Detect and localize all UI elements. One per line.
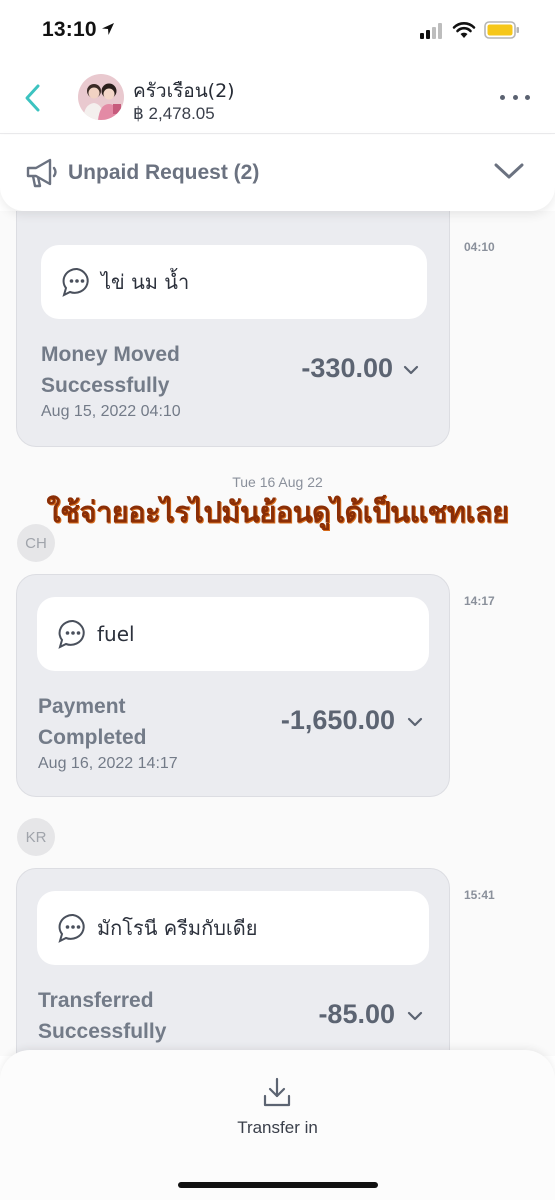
home-indicator bbox=[178, 1182, 378, 1188]
more-button[interactable] bbox=[500, 90, 530, 104]
transfer-in-button[interactable]: Transfer in bbox=[210, 1076, 345, 1146]
chevron-down-icon[interactable] bbox=[407, 716, 423, 728]
battery-icon bbox=[484, 21, 519, 39]
chat-header: ครัวเรือน(2) ฿ 2,478.05 bbox=[0, 62, 555, 134]
note-text: มักโรนี ครีมกับเดีย bbox=[97, 916, 258, 940]
transfer-in-label: Transfer in bbox=[237, 1118, 318, 1137]
bottom-action-bar: Transfer in bbox=[0, 1050, 555, 1200]
chat-history[interactable]: ไข่ นม น้ำ Money Moved Successfully Aug … bbox=[0, 211, 555, 1056]
note-text: ไข่ นม น้ำ bbox=[101, 270, 190, 294]
note-text: fuel bbox=[97, 622, 135, 646]
group-balance: ฿ 2,478.05 bbox=[133, 104, 215, 123]
transaction-bubble[interactable]: มักโรนี ครีมกับเดีย Transferred Successf… bbox=[16, 868, 450, 1056]
back-icon bbox=[25, 84, 40, 112]
chevron-down-icon[interactable] bbox=[403, 364, 419, 376]
group-name[interactable]: ครัวเรือน(2) bbox=[133, 76, 235, 106]
unpaid-request-label: Unpaid Request (2) bbox=[68, 161, 260, 184]
sender-avatar: CH bbox=[17, 524, 55, 562]
note-icon bbox=[62, 267, 89, 297]
sender-avatar: KR bbox=[17, 818, 55, 856]
back-button[interactable] bbox=[16, 78, 50, 118]
transaction-amount: -1,650.00 bbox=[280, 705, 395, 735]
chevron-down-icon[interactable] bbox=[493, 161, 525, 181]
transaction-date: Aug 15, 2022 04:10 bbox=[41, 403, 181, 420]
message-time: 04:10 bbox=[464, 240, 495, 254]
transaction-bubble[interactable]: fuel Payment Completed Aug 16, 2022 14:1… bbox=[16, 574, 450, 797]
transaction-status: Payment Completed bbox=[38, 695, 147, 749]
transaction-bubble[interactable]: ไข่ นม น้ำ Money Moved Successfully Aug … bbox=[16, 211, 450, 447]
message-time: 15:41 bbox=[464, 888, 495, 902]
transaction-status: Transferred Successfully bbox=[38, 989, 167, 1043]
transaction-amount: -85.00 bbox=[318, 999, 395, 1029]
day-separator: Tue 16 Aug 22 bbox=[232, 474, 323, 490]
wifi-icon bbox=[452, 22, 476, 38]
download-icon bbox=[263, 1077, 291, 1107]
chevron-down-icon[interactable] bbox=[407, 1010, 423, 1022]
cellular-signal-icon bbox=[420, 23, 442, 39]
status-time: 13:10 bbox=[42, 18, 97, 41]
note-icon bbox=[58, 913, 85, 943]
transaction-status: Money Moved Successfully bbox=[41, 343, 180, 397]
location-arrow-icon bbox=[102, 23, 114, 35]
unpaid-request-bar[interactable]: Unpaid Request (2) bbox=[0, 135, 555, 211]
caption-banner: ใช้จ่ายอะไรไปมันย้อนดูได้เป็นแชทเลย bbox=[46, 495, 510, 529]
transaction-note: fuel bbox=[37, 597, 429, 671]
group-avatar[interactable] bbox=[78, 74, 124, 120]
megaphone-icon bbox=[26, 158, 57, 188]
transaction-note: ไข่ นม น้ำ bbox=[41, 245, 427, 319]
transaction-date: Aug 16, 2022 14:17 bbox=[38, 755, 178, 772]
more-icon bbox=[500, 94, 505, 100]
message-time: 14:17 bbox=[464, 594, 495, 608]
transaction-amount: -330.00 bbox=[301, 353, 393, 383]
status-bar: 13:10 bbox=[0, 0, 555, 62]
note-icon bbox=[58, 619, 85, 649]
transaction-note: มักโรนี ครีมกับเดีย bbox=[37, 891, 429, 965]
